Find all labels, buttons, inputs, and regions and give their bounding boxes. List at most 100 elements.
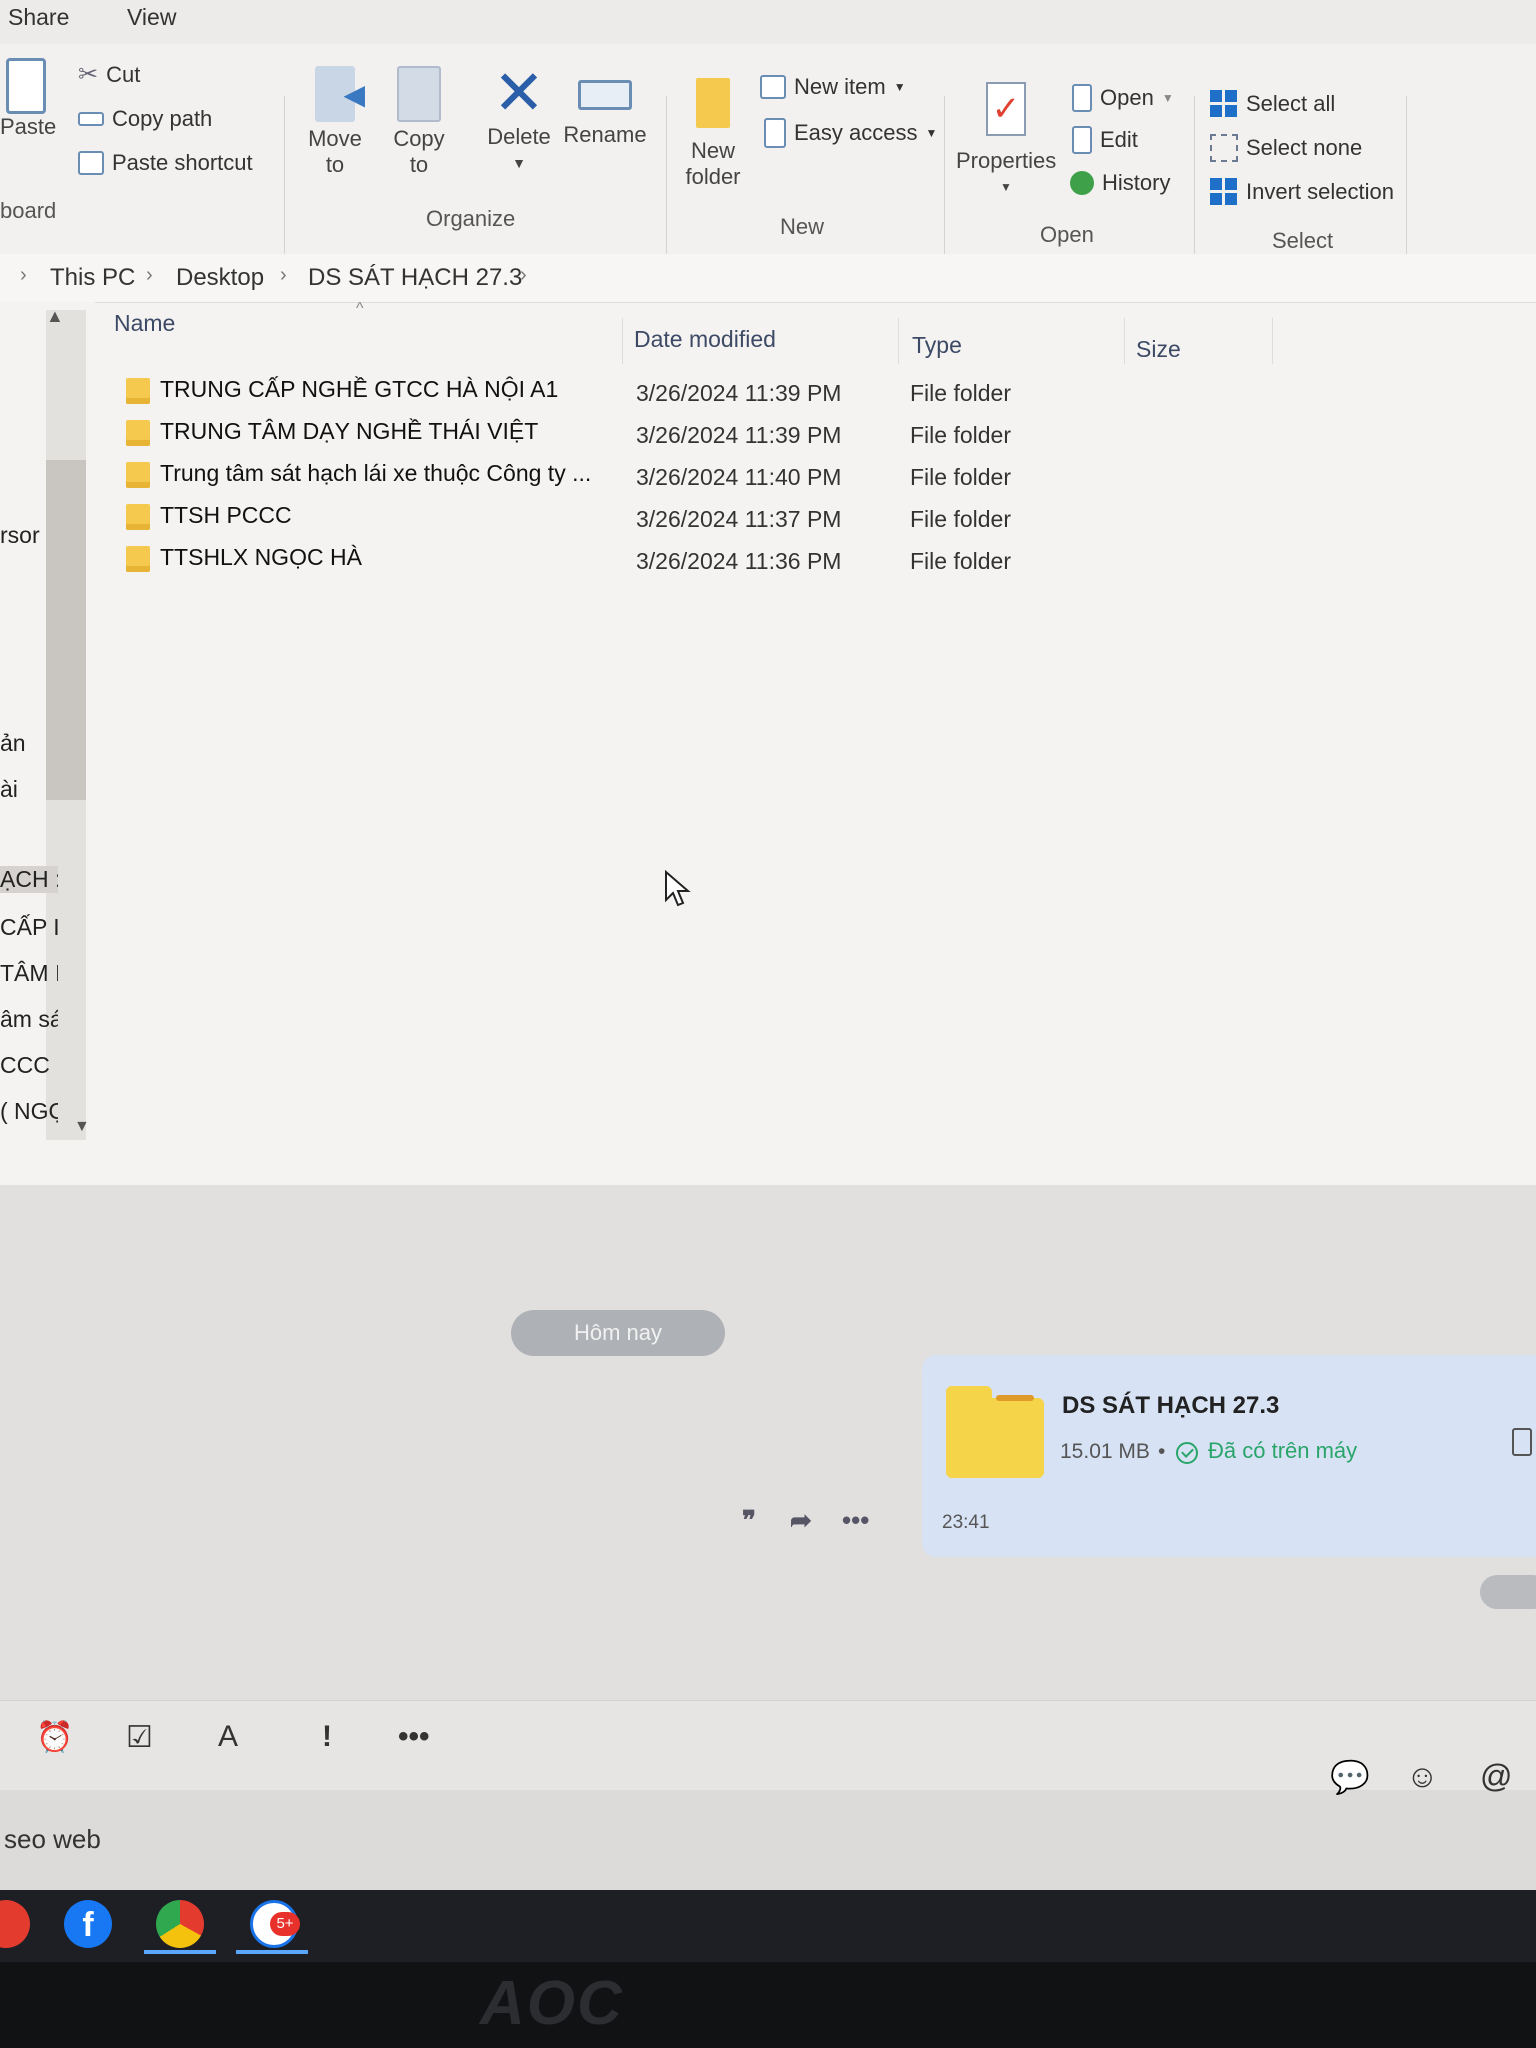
- rename-button[interactable]: Rename: [562, 66, 648, 148]
- nav-item[interactable]: CẤP I: [0, 914, 58, 941]
- nav-item-selected[interactable]: ẠCH :: [0, 866, 58, 893]
- select-all-label: Select all: [1246, 91, 1336, 116]
- more-options-icon[interactable]: •••: [398, 1720, 430, 1754]
- active-indicator: [236, 1950, 308, 1954]
- cut-button[interactable]: ✂ Cut: [78, 60, 140, 89]
- select-none-button[interactable]: Select none: [1210, 134, 1362, 162]
- monitor-bezel: [0, 1962, 1536, 2048]
- chevron-up-icon[interactable]: ▲: [46, 306, 64, 327]
- folder-icon: [126, 462, 150, 488]
- table-row[interactable]: TRUNG TÂM DẠY NGHỀ THÁI VIỆT 3/26/2024 1…: [120, 414, 1020, 454]
- paste-label: Paste: [0, 114, 57, 139]
- active-indicator: [144, 1950, 216, 1954]
- composer-input-text[interactable]: seo web: [4, 1824, 101, 1855]
- task-checkbox-icon[interactable]: ☑: [126, 1720, 153, 1755]
- chevron-down-icon: ▼: [1000, 180, 1012, 194]
- breadcrumb: › This PC › Desktop › DS SÁT HẠCH 27.3 ›: [0, 254, 1536, 303]
- paste-button[interactable]: Paste: [0, 58, 57, 140]
- new-folder-button[interactable]: New folder: [676, 78, 750, 190]
- table-row[interactable]: TRUNG CẤP NGHỀ GTCC HÀ NỘI A1 3/26/2024 …: [120, 372, 1020, 412]
- folder-icon: [126, 546, 150, 572]
- quote-icon[interactable]: ❞: [742, 1505, 756, 1536]
- breadcrumb-desktop[interactable]: Desktop: [176, 264, 264, 292]
- history-button[interactable]: History: [1070, 170, 1170, 196]
- open-folder-icon[interactable]: [1512, 1428, 1532, 1456]
- more-icon[interactable]: •••: [842, 1505, 869, 1536]
- file-explorer-window: Share View Paste ✂ Cut Copy path Paste s…: [0, 0, 1536, 1185]
- rename-label: Rename: [563, 122, 647, 147]
- paste-shortcut-button[interactable]: Paste shortcut: [78, 150, 253, 176]
- column-header-type[interactable]: Type: [912, 332, 962, 359]
- open-icon: [1072, 84, 1092, 112]
- properties-button[interactable]: ✓ Properties ▼: [956, 82, 1056, 200]
- facebook-icon[interactable]: f: [64, 1900, 112, 1948]
- easy-access-button[interactable]: Easy access ▼: [764, 118, 937, 148]
- nav-item[interactable]: CCC: [0, 1052, 58, 1079]
- monitor-brand-logo: AOC: [480, 1969, 624, 2038]
- nav-item[interactable]: TÂM I: [0, 960, 58, 987]
- chevron-down-icon[interactable]: ▼: [74, 1118, 90, 1136]
- select-all-button[interactable]: Select all: [1210, 90, 1335, 118]
- new-item-button[interactable]: New item ▼: [760, 74, 906, 100]
- nav-item[interactable]: ài: [0, 776, 58, 803]
- properties-label: Properties: [956, 148, 1057, 173]
- message-composer[interactable]: [0, 1790, 1536, 1890]
- move-to-label: Move: [308, 126, 362, 151]
- copy-path-label: Copy path: [112, 106, 213, 131]
- file-type: File folder: [910, 380, 1011, 406]
- ribbon: Paste ✂ Cut Copy path Paste shortcut boa…: [0, 44, 1536, 281]
- table-row[interactable]: Trung tâm sát hạch lái xe thuộc Công ty …: [120, 456, 1020, 496]
- important-icon[interactable]: !: [322, 1720, 332, 1754]
- chevron-right-icon: ›: [146, 264, 153, 286]
- nav-item[interactable]: ( NGỌ: [0, 1098, 58, 1125]
- rename-icon: [578, 80, 632, 110]
- breadcrumb-this-pc[interactable]: This PC: [50, 264, 135, 292]
- sort-chevron-icon: ^: [356, 300, 364, 317]
- file-date: 3/26/2024 11:39 PM: [636, 380, 842, 406]
- breadcrumb-current-folder[interactable]: DS SÁT HẠCH 27.3: [308, 264, 522, 292]
- edit-label: Edit: [1100, 127, 1138, 152]
- chevron-right-icon: ›: [20, 264, 27, 286]
- open-label: Open: [1100, 85, 1154, 110]
- mouse-cursor-icon: [665, 870, 691, 907]
- edit-icon: [1072, 126, 1092, 154]
- nav-item[interactable]: âm sát: [0, 1006, 58, 1033]
- nav-item[interactable]: ản: [0, 730, 58, 757]
- nav-item[interactable]: rsor: [0, 522, 58, 549]
- forward-icon[interactable]: ➦: [790, 1505, 812, 1536]
- column-header-name[interactable]: Name: [114, 310, 175, 337]
- text-format-icon[interactable]: A: [218, 1720, 238, 1754]
- date-separator: Hôm nay: [511, 1310, 725, 1356]
- copy-to-button[interactable]: Copy to: [384, 66, 454, 178]
- file-type: File folder: [910, 422, 1011, 448]
- invert-selection-icon: [1210, 178, 1238, 206]
- delete-label: Delete: [487, 124, 551, 149]
- column-header-size[interactable]: Size: [1136, 336, 1181, 363]
- table-row[interactable]: TTSHLX NGỌC HÀ 3/26/2024 11:36 PM File f…: [120, 540, 1020, 580]
- emoji-icon[interactable]: ☺: [1406, 1758, 1439, 1795]
- table-row[interactable]: TTSH PCCC 3/26/2024 11:37 PM File folder: [120, 498, 1020, 538]
- tab-view[interactable]: View: [127, 4, 176, 31]
- mention-icon[interactable]: @: [1480, 1758, 1512, 1795]
- folder-icon: [126, 504, 150, 530]
- chrome-icon[interactable]: [156, 1900, 204, 1948]
- file-type: File folder: [910, 464, 1011, 490]
- file-type: File folder: [910, 506, 1011, 532]
- copy-path-button[interactable]: Copy path: [78, 106, 212, 132]
- column-header-date[interactable]: Date modified: [634, 326, 776, 353]
- delete-x-icon: ✕: [493, 59, 545, 128]
- move-to-button[interactable]: ◀ Move to: [300, 66, 370, 178]
- invert-selection-button[interactable]: Invert selection: [1210, 178, 1394, 206]
- folder-icon: [126, 378, 150, 404]
- clipboard-group-label: board: [0, 198, 57, 223]
- open-group-label: Open: [1040, 222, 1094, 247]
- delete-button[interactable]: ✕ Delete ▼: [482, 59, 556, 176]
- message-file-name[interactable]: DS SÁT HẠCH 27.3: [1062, 1392, 1279, 1420]
- tab-share[interactable]: Share: [8, 4, 69, 31]
- open-button[interactable]: Open ▼: [1072, 84, 1174, 112]
- quick-message-icon[interactable]: 💬: [1330, 1758, 1370, 1796]
- message-file-size: 15.01 MB: [1060, 1440, 1150, 1463]
- scissors-icon: ✂: [78, 61, 99, 88]
- alarm-clock-icon[interactable]: ⏰: [36, 1720, 73, 1755]
- edit-button[interactable]: Edit: [1072, 126, 1138, 154]
